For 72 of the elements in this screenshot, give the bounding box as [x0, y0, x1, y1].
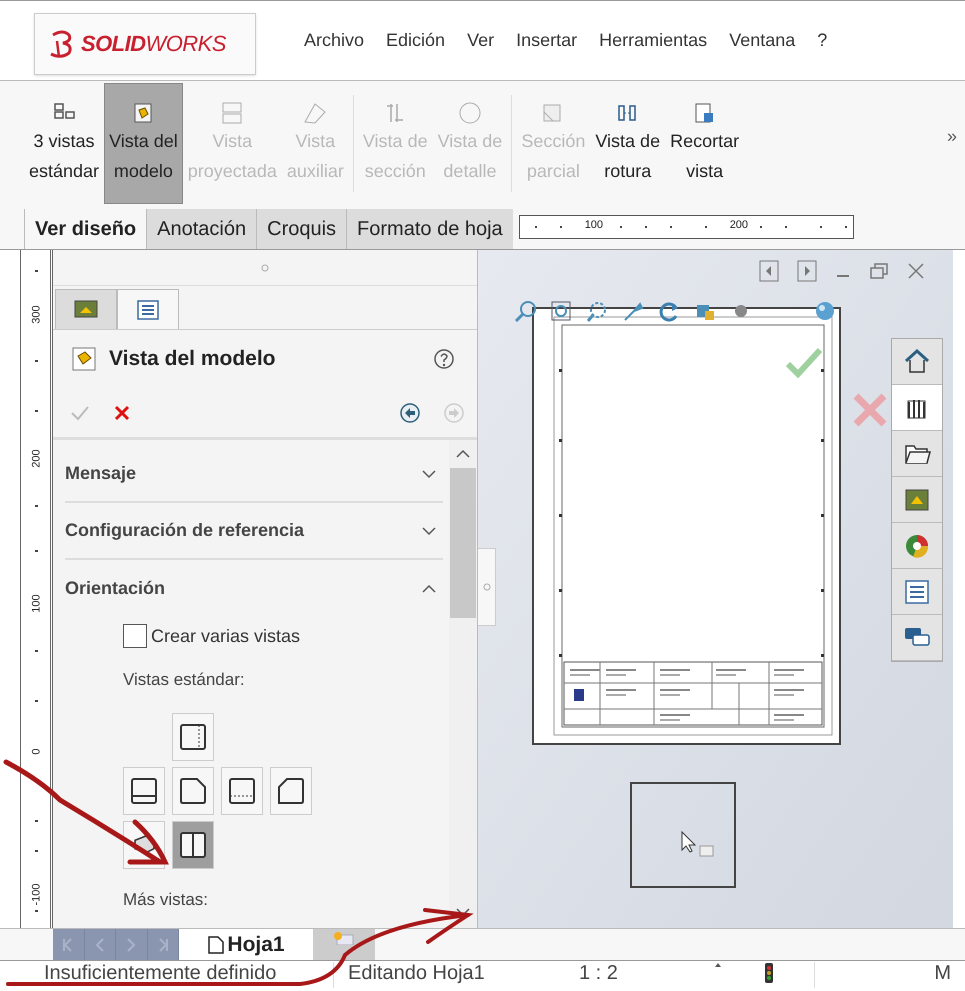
view-button[interactable]	[270, 766, 312, 814]
ruler-label: 200	[30, 448, 44, 470]
scrollbar-thumb[interactable]	[450, 468, 476, 618]
zoom-icon[interactable]	[514, 300, 536, 322]
menu-item[interactable]: ?	[817, 27, 828, 54]
drawing-canvas[interactable]	[478, 250, 953, 928]
units-text[interactable]: M	[934, 962, 965, 984]
view-button[interactable]	[172, 712, 214, 760]
chevron-icon[interactable]	[421, 468, 437, 478]
ruler-label: 300	[30, 304, 44, 326]
field-label: Vistas estándar:	[123, 669, 246, 691]
menu-item[interactable]: Ver	[467, 27, 494, 54]
chevron-icon[interactable]	[421, 584, 437, 594]
grip-icon	[482, 583, 490, 591]
picture-frame-icon	[74, 298, 98, 320]
toolbar-button[interactable]: 3 vistas estándar	[24, 83, 104, 204]
tab[interactable]: Formato de hoja	[346, 209, 513, 249]
restore-icon[interactable]	[869, 262, 889, 280]
appearance-icon[interactable]	[814, 300, 836, 322]
toolbar-button[interactable]: Vista de rotura	[590, 83, 666, 204]
rotate-icon[interactable]	[658, 300, 680, 322]
section-title[interactable]: Mensaje	[65, 460, 421, 487]
pan-icon[interactable]	[622, 300, 644, 322]
cursor-icon	[680, 830, 714, 858]
tile-right-icon[interactable]	[797, 260, 817, 282]
list-icon	[136, 298, 160, 320]
menu-item[interactable]: Ventana	[729, 27, 796, 54]
view-button[interactable]	[172, 820, 214, 868]
panel-title: Vista del modelo	[109, 346, 276, 372]
menu-item[interactable]: Archivo	[304, 27, 364, 54]
ruler-label: -100	[30, 882, 44, 908]
toolbar-button[interactable]: Vista del modelo	[104, 83, 183, 204]
ruler-label: 200	[730, 218, 748, 233]
scroll-up-icon[interactable]	[455, 448, 471, 460]
zoom-fit-icon[interactable]	[550, 300, 572, 322]
panel-tab[interactable]	[117, 289, 179, 329]
books-tab[interactable]	[892, 385, 942, 431]
help-icon[interactable]	[433, 348, 455, 370]
close-icon[interactable]	[907, 262, 925, 280]
tab[interactable]: Croquis	[256, 209, 346, 249]
grip-icon	[261, 264, 269, 272]
close-icon[interactable]	[113, 404, 131, 422]
ruler-label: 100	[30, 593, 44, 615]
section-title[interactable]: Configuración de referencia	[65, 517, 421, 544]
rebuild-status-icon	[764, 962, 774, 984]
panel-tab[interactable]	[55, 289, 117, 329]
panel-collapse-handle[interactable]	[478, 548, 496, 626]
view-button[interactable]	[123, 766, 165, 814]
tab[interactable]: Anotación	[146, 209, 256, 249]
home-icon	[903, 348, 931, 376]
menu-item[interactable]: Edición	[386, 27, 446, 54]
scale-text: 1 : 2	[579, 962, 619, 984]
menu-item[interactable]: Insertar	[516, 27, 578, 54]
section-title[interactable]: Orientación	[65, 575, 421, 602]
chevron-icon[interactable]	[421, 526, 437, 536]
back-icon[interactable]	[399, 402, 421, 424]
list-icon	[903, 578, 931, 606]
checkbox[interactable]	[123, 624, 147, 648]
view-button[interactable]	[172, 766, 214, 814]
logo-text: SOLIDWORKS	[81, 30, 226, 58]
checkbox-label: Crear varias vistas	[151, 624, 300, 648]
toolbar-button[interactable]: Recortar vista	[665, 83, 744, 204]
view-button[interactable]	[221, 766, 263, 814]
more-button[interactable]: »	[946, 123, 957, 150]
tile-left-icon[interactable]	[759, 260, 779, 282]
dropdown-icon[interactable]	[714, 962, 722, 968]
menu-item[interactable]: Herramientas	[599, 27, 708, 54]
field-label: Más vistas:	[123, 888, 210, 910]
model-view-icon	[71, 346, 97, 372]
ruler-label: 0	[30, 747, 44, 757]
ruler-label: 100	[584, 218, 604, 233]
zoom-area-icon[interactable]	[586, 300, 608, 322]
